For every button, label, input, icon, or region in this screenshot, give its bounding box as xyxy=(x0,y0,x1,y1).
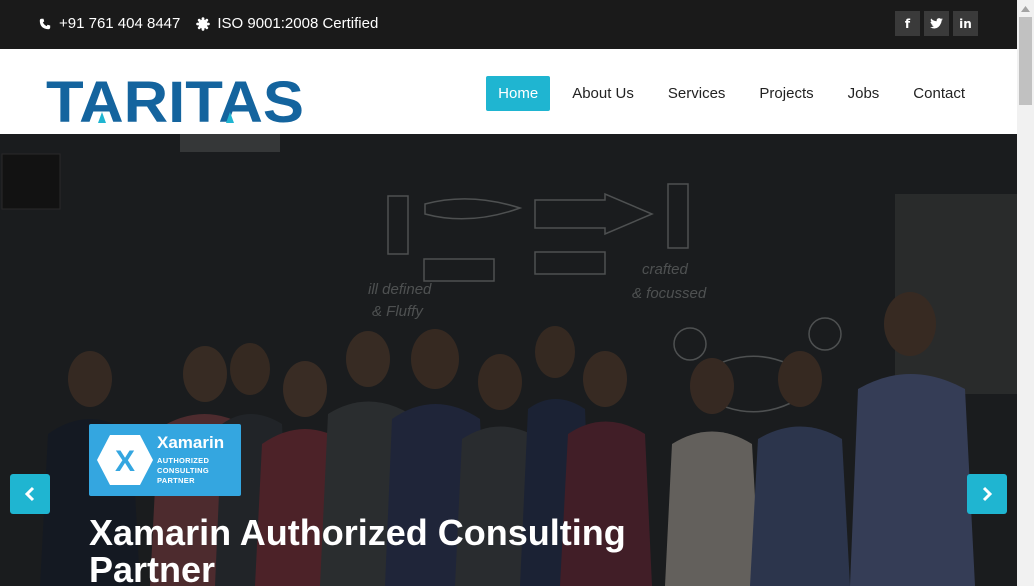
twitter-icon[interactable] xyxy=(924,11,949,36)
scrollbar-thumb[interactable] xyxy=(1019,17,1032,105)
badge-line-1: AUTHORIZED xyxy=(157,456,210,465)
nav-about-us[interactable]: About Us xyxy=(560,77,646,110)
slider-prev-button[interactable] xyxy=(10,474,50,514)
badge-brand: Xamarin xyxy=(157,433,225,452)
taritas-logo[interactable]: TARITAS xyxy=(46,70,306,135)
chevron-right-icon xyxy=(982,486,993,502)
nav-projects[interactable]: Projects xyxy=(747,77,825,110)
xamarin-partner-badge: X Xamarin AUTHORIZED CONSULTING PARTNER xyxy=(89,424,241,496)
svg-text:TARITAS: TARITAS xyxy=(46,74,304,126)
nav-home[interactable]: Home xyxy=(486,76,551,111)
certification-text: ISO 9001:2008 Certified xyxy=(217,15,379,32)
nav-contact[interactable]: Contact xyxy=(901,77,977,110)
social-links: f in xyxy=(895,11,978,36)
scroll-up-icon[interactable] xyxy=(1017,0,1034,17)
nav-jobs[interactable]: Jobs xyxy=(836,77,892,110)
slider-next-button[interactable] xyxy=(967,474,1007,514)
primary-nav: Home About Us Services Projects Jobs Con… xyxy=(476,76,977,111)
badge-line-2: CONSULTING xyxy=(157,466,210,475)
chevron-left-icon xyxy=(24,486,35,502)
xamarin-logo-icon: X xyxy=(97,435,153,485)
contact-info: +91 761 404 8447 ISO 9001:2008 Certified xyxy=(38,15,394,32)
phone-icon xyxy=(38,17,52,31)
facebook-icon[interactable]: f xyxy=(895,11,920,36)
nav-services[interactable]: Services xyxy=(656,77,738,110)
certificate-icon xyxy=(196,16,211,31)
page-scrollbar[interactable] xyxy=(1017,0,1034,586)
badge-line-3: PARTNER xyxy=(157,476,195,485)
phone-number[interactable]: +91 761 404 8447 xyxy=(59,15,180,32)
svg-text:X: X xyxy=(115,445,135,478)
linkedin-icon[interactable]: in xyxy=(953,11,978,36)
top-bar: +91 761 404 8447 ISO 9001:2008 Certified… xyxy=(0,0,1017,49)
slide-caption: Xamarin Authorized Consulting Partner xyxy=(89,512,626,586)
hero-slider: ill defined & Fluffy crafted & focussed xyxy=(0,134,1017,586)
main-navbar: TARITAS Home About Us Services Projects … xyxy=(0,49,1017,135)
